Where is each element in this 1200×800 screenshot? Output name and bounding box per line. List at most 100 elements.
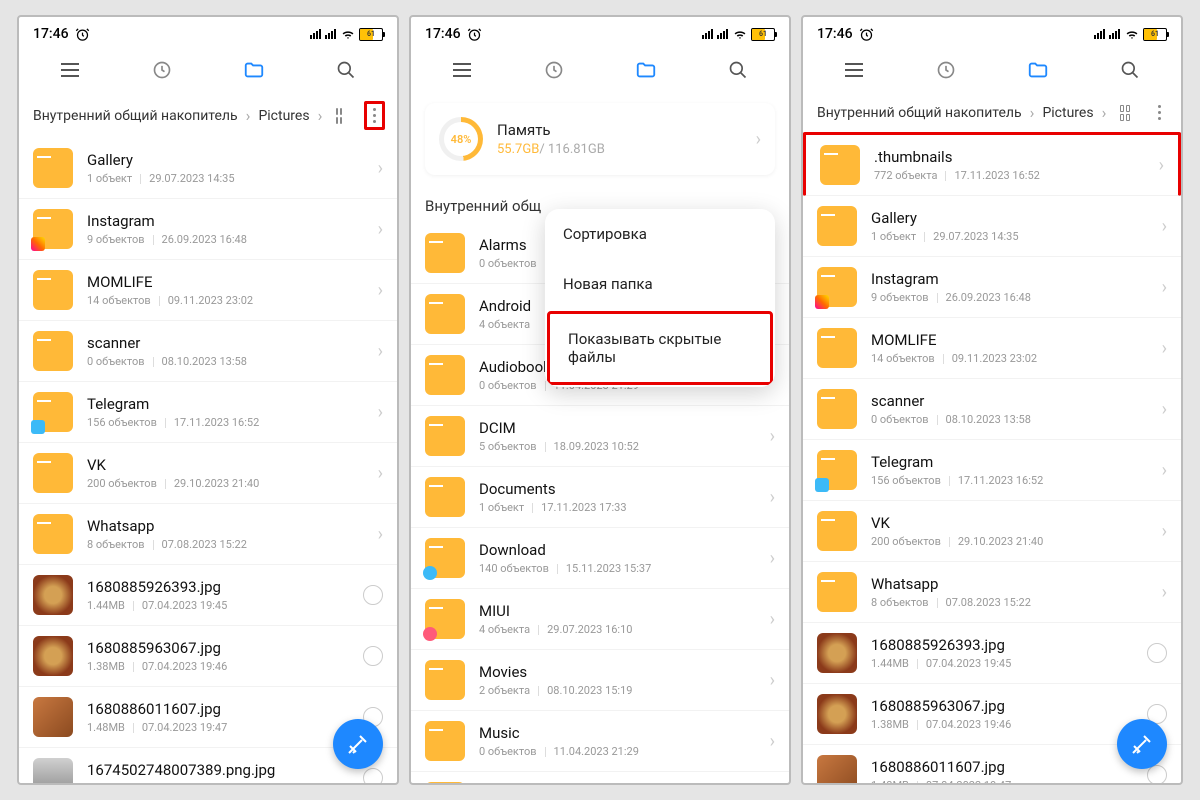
breadcrumb-root[interactable]: Внутренний общий накопитель [33, 108, 238, 124]
search-icon [728, 60, 748, 80]
search-button[interactable] [1095, 47, 1165, 93]
alarm-icon [859, 27, 874, 42]
folder-tab[interactable] [219, 47, 289, 93]
more-options-button[interactable] [364, 101, 385, 130]
item-subtitle: 14 объектов09.11.2023 23:02 [871, 352, 1148, 365]
breadcrumb-current[interactable]: Pictures [258, 108, 309, 124]
chevron-right-icon: › [316, 106, 325, 125]
folder-icon [1027, 59, 1049, 81]
item-title: Music [479, 724, 756, 742]
item-title: 1680885963067.jpg [871, 697, 1133, 715]
chevron-right-icon: › [770, 609, 775, 630]
status-bar: 17:46 61 [411, 17, 789, 47]
list-item[interactable]: Music0 объектов11.04.2023 21:29› [411, 711, 789, 772]
list-item[interactable]: Whatsapp8 объектов07.08.2023 15:22› [19, 504, 397, 565]
chevron-right-icon: › [770, 487, 775, 508]
list-item[interactable]: Telegram156 объектов17.11.2023 16:52› [803, 440, 1181, 501]
list-item[interactable]: .thumbnails772 объекта17.11.2023 16:52› [803, 132, 1181, 196]
list-item[interactable]: 1680885926393.jpg1.44MB07.04.2023 19:45 [803, 623, 1181, 684]
wifi-icon [1124, 28, 1140, 41]
folder-icon [817, 572, 857, 612]
list-item[interactable]: VK200 объектов29.10.2023 21:40› [19, 443, 397, 504]
clock-icon [152, 60, 172, 80]
list-item[interactable]: Gallery1 объект29.07.2023 14:35› [19, 138, 397, 199]
breadcrumb-root[interactable]: Внутренний общий накопитель [817, 105, 1022, 121]
folder-icon [33, 331, 73, 371]
status-time: 17:46 [425, 26, 461, 42]
chevron-right-icon: › [1162, 460, 1167, 481]
chevron-right-icon: › [378, 341, 383, 362]
menu-button[interactable] [819, 47, 889, 93]
select-radio[interactable] [1147, 643, 1167, 663]
recent-tab[interactable] [911, 47, 981, 93]
folder-tab[interactable] [1003, 47, 1073, 93]
search-button[interactable] [311, 47, 381, 93]
folder-tab[interactable] [611, 47, 681, 93]
list-item[interactable]: scanner0 объектов08.10.2023 13:58› [19, 321, 397, 382]
signal-icon [1109, 29, 1120, 39]
chevron-right-icon: › [1162, 582, 1167, 603]
chevron-right-icon: › [756, 129, 761, 150]
select-radio[interactable] [363, 768, 383, 783]
signal-icon [702, 29, 713, 39]
list-item[interactable]: Instagram9 объектов26.09.2023 16:48› [19, 199, 397, 260]
chevron-right-icon: › [1028, 103, 1037, 122]
chevron-right-icon: › [1159, 155, 1164, 176]
list-item[interactable]: Download140 объектов15.11.2023 15:37› [411, 528, 789, 589]
list-item[interactable]: Notifications› [411, 772, 789, 783]
file-thumbnail [817, 633, 857, 673]
item-title: DCIM [479, 419, 756, 437]
menu-sort[interactable]: Сортировка [545, 209, 775, 259]
tab-bar [19, 47, 397, 93]
list-item[interactable]: Whatsapp8 объектов07.08.2023 15:22› [803, 562, 1181, 623]
item-subtitle: 1 объект29.07.2023 14:35 [87, 172, 364, 185]
menu-show-hidden[interactable]: Показывать скрытые файлы [547, 311, 773, 385]
select-radio[interactable] [363, 585, 383, 605]
list-item[interactable]: Gallery1 объект29.07.2023 14:35› [803, 196, 1181, 257]
list-item[interactable]: scanner0 объектов08.10.2023 13:58› [803, 379, 1181, 440]
menu-button[interactable] [35, 47, 105, 93]
broom-icon [1130, 732, 1154, 756]
list-item[interactable]: Instagram9 объектов26.09.2023 16:48› [803, 257, 1181, 318]
item-title: 1680886011607.jpg [87, 700, 349, 718]
list-item[interactable]: 1680885926393.jpg1.44MB07.04.2023 19:45 [19, 565, 397, 626]
folder-icon [33, 270, 73, 310]
breadcrumb-current[interactable]: Pictures [1042, 105, 1093, 121]
recent-tab[interactable] [127, 47, 197, 93]
list-item[interactable]: MIUI4 объекта29.07.2023 16:10› [411, 589, 789, 650]
file-list[interactable]: Gallery1 объект29.07.2023 14:35›Instagra… [19, 138, 397, 783]
list-item[interactable]: Telegram156 объектов17.11.2023 16:52› [19, 382, 397, 443]
context-menu: Сортировка Новая папка Показывать скрыты… [545, 209, 775, 387]
grid-view-button[interactable] [336, 108, 342, 124]
clean-fab[interactable] [1117, 719, 1167, 769]
item-subtitle: 1 объект17.11.2023 17:33 [479, 501, 756, 514]
list-item[interactable]: Movies2 объекта08.10.2023 15:19› [411, 650, 789, 711]
list-item[interactable]: VK200 объектов29.10.2023 21:40› [803, 501, 1181, 562]
menu-button[interactable] [427, 47, 497, 93]
item-subtitle: 8 объектов07.08.2023 15:22 [87, 538, 364, 551]
list-item[interactable]: 1680885963067.jpg1.38MB07.04.2023 19:46 [19, 626, 397, 687]
chevron-right-icon: › [770, 426, 775, 447]
folder-icon [425, 538, 465, 578]
breadcrumb: Внутренний общий накопитель › Pictures › [19, 93, 397, 138]
list-item[interactable]: Documents1 объект17.11.2023 17:33› [411, 467, 789, 528]
file-list[interactable]: .thumbnails772 объекта17.11.2023 16:52›G… [803, 132, 1181, 783]
list-item[interactable]: MOMLIFE14 объектов09.11.2023 23:02› [803, 318, 1181, 379]
select-radio[interactable] [1147, 765, 1167, 783]
more-options-button[interactable] [1152, 101, 1167, 124]
clean-fab[interactable] [333, 719, 383, 769]
select-radio[interactable] [363, 646, 383, 666]
menu-new-folder[interactable]: Новая папка [545, 259, 775, 309]
folder-icon [425, 721, 465, 761]
chevron-right-icon: › [244, 106, 253, 125]
recent-tab[interactable] [519, 47, 589, 93]
grid-view-button[interactable] [1120, 105, 1130, 121]
item-title: Movies [479, 663, 756, 681]
battery-icon: 61 [751, 28, 775, 41]
list-item[interactable]: MOMLIFE14 объектов09.11.2023 23:02› [19, 260, 397, 321]
list-item[interactable]: DCIM5 объектов18.09.2023 10:52› [411, 406, 789, 467]
storage-card[interactable]: 48% Память 55.7GB/ 116.81GB › [425, 103, 775, 175]
item-subtitle: 14 объектов09.11.2023 23:02 [87, 294, 364, 307]
search-button[interactable] [703, 47, 773, 93]
item-title: 1674502748007389.png.jpg [87, 761, 349, 779]
